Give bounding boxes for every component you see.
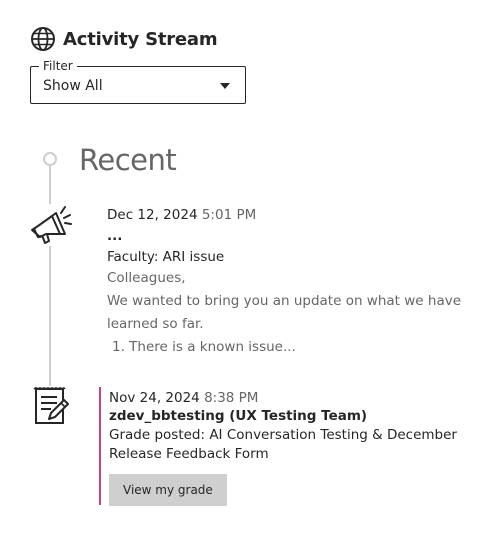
caret-down-icon xyxy=(220,83,230,89)
item-time: 5:01 PM xyxy=(201,207,257,223)
item-date-text: Dec 12, 2024 xyxy=(107,207,198,223)
view-my-grade-button[interactable]: View my grade xyxy=(109,474,227,506)
stream-item-grade[interactable]: Nov 24, 2024 8:38 PM zdev_bbtesting (UX … xyxy=(99,387,469,506)
body-line: 1. There is a known issue... xyxy=(112,339,296,355)
globe-icon xyxy=(30,26,56,52)
filter-label: Filter xyxy=(39,59,77,73)
page-title: Activity Stream xyxy=(63,28,218,50)
section-heading-recent: Recent xyxy=(79,143,177,177)
item-author: zdev_bbtesting (UX Testing Team) xyxy=(109,408,368,424)
body-line: learned so far. xyxy=(107,316,204,332)
filter-value: Show All xyxy=(43,78,103,94)
item-time: 8:38 PM xyxy=(204,390,259,406)
timeline-line xyxy=(49,166,51,390)
item-subject: Faculty: ARI issue xyxy=(107,249,225,265)
item-description: Grade posted: AI Conversation Testing & … xyxy=(109,427,457,462)
item-date: Nov 24, 2024 8:38 PM xyxy=(109,389,469,407)
activity-stream-page: Activity Stream Filter Show All Recent D… xyxy=(0,0,490,533)
item-date: Dec 12, 2024 5:01 PM xyxy=(107,206,467,224)
item-sender: ... xyxy=(107,228,123,244)
megaphone-icon xyxy=(28,204,74,246)
filter-select[interactable]: Filter Show All xyxy=(30,59,246,104)
timeline-dot xyxy=(43,152,57,166)
body-line: We wanted to bring you an update on what… xyxy=(107,293,462,309)
item-body: Colleagues, We wanted to bring you an up… xyxy=(107,267,467,359)
item-date-text: Nov 24, 2024 xyxy=(109,390,200,406)
body-line: Colleagues, xyxy=(107,270,186,286)
page-header: Activity Stream xyxy=(30,26,218,52)
stream-item-announcement[interactable]: Dec 12, 2024 5:01 PM ... Faculty: ARI is… xyxy=(107,206,467,359)
grade-document-icon xyxy=(33,386,69,426)
